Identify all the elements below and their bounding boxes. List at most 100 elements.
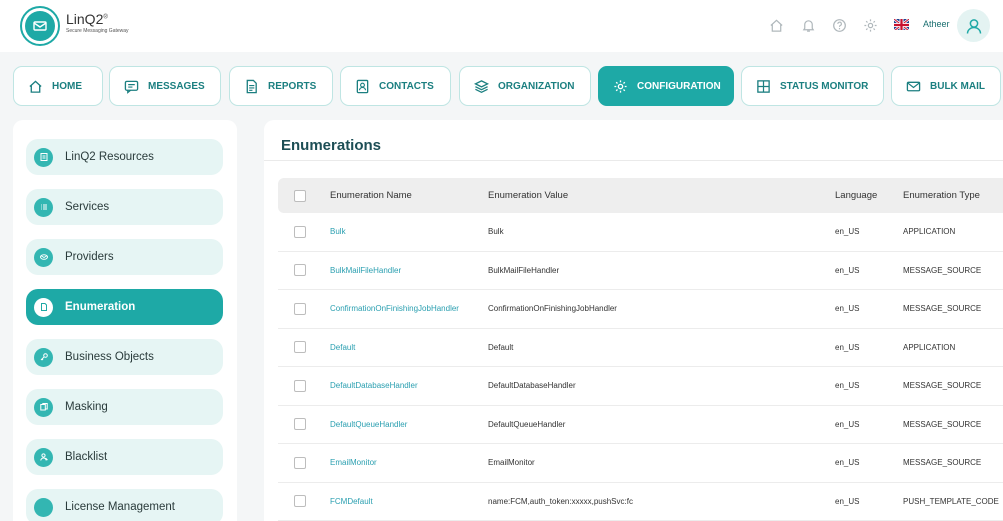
document-icon <box>34 297 53 317</box>
providers-icon <box>34 247 53 267</box>
enumeration-language: en_US <box>835 496 860 506</box>
row-checkbox[interactable] <box>294 341 306 354</box>
logo-icon[interactable] <box>20 6 60 46</box>
app-header: LinQ2® Secure Messaging Gateway Atheer <box>0 0 1003 52</box>
row-checkbox[interactable] <box>294 379 306 392</box>
table-row[interactable]: Bulk Bulk en_US APPLICATION <box>278 213 1003 252</box>
enumeration-name-link[interactable]: DefaultQueueHandler <box>330 406 407 444</box>
table-row[interactable]: BulkMailFileHandler BulkMailFileHandler … <box>278 252 1003 290</box>
gear-icon <box>614 79 627 93</box>
column-header-language[interactable]: Language <box>835 178 877 213</box>
sidebar-item-services[interactable]: Services <box>26 189 223 225</box>
table-row[interactable]: DefaultQueueHandler DefaultQueueHandler … <box>278 406 1003 444</box>
key-icon <box>34 347 53 367</box>
tab-messages[interactable]: MESSAGES <box>109 66 221 106</box>
row-checkbox[interactable] <box>294 456 306 469</box>
gear-icon[interactable] <box>862 17 878 33</box>
list-icon <box>34 197 53 217</box>
enumeration-type: APPLICATION <box>903 227 956 237</box>
grid-icon <box>757 79 770 93</box>
tab-label: CONTACTS <box>379 80 434 92</box>
tab-label: STATUS MONITOR <box>780 80 869 92</box>
enumeration-language: en_US <box>835 458 860 468</box>
sidebar-item-enumeration[interactable]: Enumeration <box>26 289 223 325</box>
sidebar-item-label: Services <box>65 201 110 213</box>
layers-icon <box>474 79 489 93</box>
tab-label: REPORTS <box>268 80 317 92</box>
enumeration-value: EmailMonitor <box>488 458 535 468</box>
sidebar-item-label: Masking <box>65 401 108 413</box>
sidebar-item-label: Providers <box>65 251 114 263</box>
enumeration-name-link[interactable]: Default <box>330 329 355 367</box>
table-row[interactable]: ConfirmationOnFinishingJobHandler Confir… <box>278 290 1003 329</box>
table-row[interactable]: FCMDefault name:FCM,auth_token:xxxxx,pus… <box>278 483 1003 521</box>
row-checkbox[interactable] <box>294 495 306 508</box>
sidebar-item-label: LinQ2 Resources <box>65 151 154 163</box>
sidebar-item-linq2-resources[interactable]: LinQ2 Resources <box>26 139 223 175</box>
contacts-icon <box>356 79 369 93</box>
enumeration-value: Bulk <box>488 227 504 237</box>
sidebar-item-providers[interactable]: Providers <box>26 239 223 275</box>
tab-bulk-mail[interactable]: BULK MAIL <box>891 66 1001 106</box>
enumeration-name-link[interactable]: ConfirmationOnFinishingJobHandler <box>330 290 459 328</box>
enumeration-value: ConfirmationOnFinishingJobHandler <box>488 304 617 314</box>
enumeration-name-link[interactable]: FCMDefault <box>330 483 373 521</box>
enumeration-value: Default <box>488 342 514 352</box>
sidebar-item-label: Enumeration <box>65 301 136 313</box>
enumeration-type: MESSAGE_SOURCE <box>903 381 982 391</box>
tab-organization[interactable]: ORGANIZATION <box>459 66 591 106</box>
sidebar-item-masking[interactable]: Masking <box>26 389 223 425</box>
row-checkbox[interactable] <box>294 302 306 315</box>
user-icon[interactable] <box>957 9 990 42</box>
username[interactable]: Atheer <box>923 19 950 29</box>
page-title: Enumerations <box>281 137 382 154</box>
tab-label: CONFIGURATION <box>637 80 721 92</box>
row-checkbox[interactable] <box>294 418 306 431</box>
table-row[interactable]: DefaultDatabaseHandler DefaultDatabaseHa… <box>278 367 1003 406</box>
resources-icon <box>34 147 53 167</box>
document-icon <box>246 79 257 93</box>
tab-reports[interactable]: REPORTS <box>229 66 333 106</box>
column-header-name[interactable]: Enumeration Name <box>330 178 412 213</box>
tab-label: BULK MAIL <box>930 80 985 92</box>
uk-flag-icon[interactable] <box>894 18 909 30</box>
enumeration-language: en_US <box>835 265 860 275</box>
tab-contacts[interactable]: CONTACTS <box>340 66 451 106</box>
bell-icon[interactable] <box>800 17 816 33</box>
enumeration-name-link[interactable]: EmailMonitor <box>330 444 377 482</box>
enumeration-language: en_US <box>835 381 860 391</box>
enumeration-language: en_US <box>835 342 860 352</box>
tab-home[interactable]: HOME <box>13 66 103 106</box>
tab-configuration[interactable]: CONFIGURATION <box>598 66 734 106</box>
select-all-checkbox[interactable] <box>294 189 306 202</box>
sidebar: LinQ2 Resources Services Providers Enume… <box>13 120 237 521</box>
tab-label: ORGANIZATION <box>498 80 575 92</box>
enumeration-language: en_US <box>835 227 860 237</box>
sidebar-item-business-objects[interactable]: Business Objects <box>26 339 223 375</box>
row-checkbox[interactable] <box>294 264 306 277</box>
column-header-value[interactable]: Enumeration Value <box>488 178 568 213</box>
main-panel: Enumerations Enumeration Name Enumeratio… <box>264 120 1003 521</box>
enumeration-value: DefaultDatabaseHandler <box>488 381 576 391</box>
enumeration-name-link[interactable]: BulkMailFileHandler <box>330 252 401 290</box>
tab-status-monitor[interactable]: STATUS MONITOR <box>741 66 884 106</box>
home-icon[interactable] <box>768 17 784 33</box>
enumeration-type: MESSAGE_SOURCE <box>903 304 982 314</box>
table-row[interactable]: Default Default en_US APPLICATION <box>278 329 1003 367</box>
sidebar-item-license-management[interactable]: License Management <box>26 489 223 521</box>
copy-icon <box>34 397 53 417</box>
help-icon[interactable] <box>831 17 847 33</box>
table-row[interactable]: EmailMonitor EmailMonitor en_US MESSAGE_… <box>278 444 1003 483</box>
enumeration-value: BulkMailFileHandler <box>488 265 560 275</box>
sidebar-item-label: Business Objects <box>65 351 154 363</box>
row-checkbox[interactable] <box>294 225 306 238</box>
enumeration-type: MESSAGE_SOURCE <box>903 265 982 275</box>
column-header-type[interactable]: Enumeration Type <box>903 178 980 213</box>
enumerations-table: Enumeration Name Enumeration Value Langu… <box>278 178 1003 521</box>
blacklist-user-icon <box>34 447 53 467</box>
sidebar-item-blacklist[interactable]: Blacklist <box>26 439 223 475</box>
enumeration-name-link[interactable]: DefaultDatabaseHandler <box>330 367 418 405</box>
brand-tagline: Secure Messaging Gateway <box>66 28 129 34</box>
enumeration-name-link[interactable]: Bulk <box>330 213 346 251</box>
mail-icon <box>906 81 921 91</box>
